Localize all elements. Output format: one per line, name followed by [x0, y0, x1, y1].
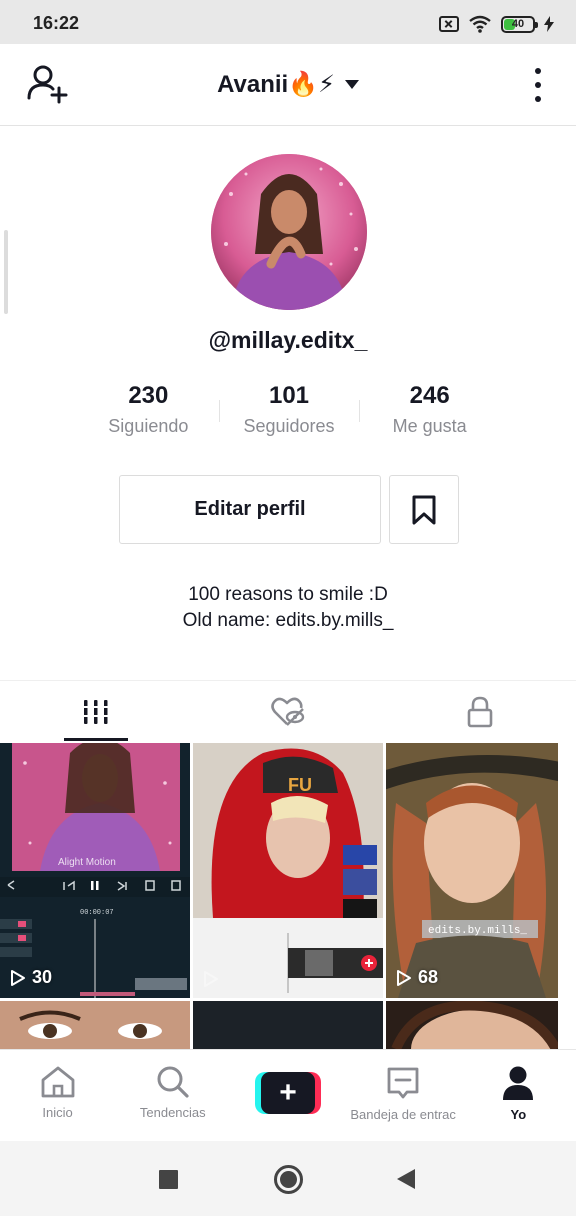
- nav-inbox-label: Bandeja de entrac: [350, 1107, 456, 1122]
- video-thumbnail-2[interactable]: FU: [193, 743, 383, 998]
- favorites-button[interactable]: [389, 475, 459, 544]
- charging-icon: [544, 16, 554, 32]
- edit-profile-button[interactable]: Editar perfil: [119, 475, 381, 544]
- back-triangle-icon: [397, 1169, 415, 1189]
- bio-line-1: 100 reasons to smile :D: [188, 584, 388, 605]
- inbox-icon: [387, 1067, 419, 1099]
- username: @millay.editx_: [208, 327, 368, 353]
- stat-following-count: 230: [128, 382, 169, 409]
- video-2-views: [203, 970, 219, 988]
- account-switcher[interactable]: Avanii🔥⚡: [0, 70, 576, 99]
- stat-followers[interactable]: 101 Seguidores: [218, 380, 360, 444]
- more-options-button[interactable]: [528, 68, 548, 102]
- video-2-hat-text: FU: [288, 775, 312, 795]
- video-3-views: 68: [396, 967, 438, 988]
- home-system-button[interactable]: [273, 1164, 304, 1200]
- active-tab-indicator: [64, 738, 128, 741]
- video-1-watermark: Alight Motion: [58, 857, 116, 868]
- video-1-timecode: 00:00:07: [80, 909, 114, 917]
- stat-likes-count: 246: [409, 382, 450, 409]
- lock-icon: [467, 696, 493, 727]
- square-icon: [159, 1170, 178, 1189]
- stat-followers-label: Seguidores: [243, 416, 335, 436]
- video-grid: Alight Motion 00:00:07 30 FU edits.by.mi…: [0, 743, 576, 1049]
- wifi-icon: [469, 15, 491, 33]
- create-button[interactable]: +: [254, 1072, 321, 1114]
- bottom-navigation: Inicio Tendencias + Bandeja de entrac Yo: [0, 1049, 576, 1141]
- nav-create[interactable]: +: [230, 1050, 345, 1141]
- nav-inbox[interactable]: Bandeja de entrac: [346, 1050, 461, 1141]
- nav-profile-label: Yo: [510, 1107, 527, 1122]
- profile-tabs: [0, 680, 576, 742]
- nav-profile[interactable]: Yo: [461, 1050, 576, 1141]
- video-3-view-count: 68: [418, 967, 439, 987]
- avatar-image: [211, 154, 367, 310]
- stat-following[interactable]: 230 Siguiendo: [78, 380, 219, 444]
- status-icons: 40: [439, 14, 554, 34]
- video-thumbnail-1[interactable]: Alight Motion 00:00:07 30: [0, 743, 190, 998]
- tab-videos[interactable]: [0, 681, 192, 742]
- video-6-image: [391, 1001, 558, 1049]
- video-thumbnail-6[interactable]: [386, 1001, 558, 1049]
- stat-likes-label: Me gusta: [392, 416, 467, 436]
- circle-icon: [274, 1165, 303, 1194]
- video-1-view-count: 30: [32, 967, 53, 987]
- plus-icon: +: [260, 1072, 315, 1114]
- caret-down-icon: [344, 80, 359, 89]
- scroll-indicator: [4, 230, 8, 314]
- system-navigation-bar: [0, 1141, 576, 1216]
- stat-followers-count: 101: [268, 382, 310, 409]
- search-icon: [157, 1066, 189, 1098]
- grid-icon: [83, 699, 109, 724]
- video-3-watermark: edits.by.mills_: [428, 925, 527, 937]
- back-button[interactable]: [396, 1168, 416, 1195]
- stat-following-label: Siguiendo: [108, 416, 189, 436]
- video-4-image: [0, 1001, 190, 1049]
- play-icon: [397, 969, 411, 986]
- play-icon: [204, 971, 218, 987]
- profile-stats: 230 Siguiendo 101 Seguidores 246 Me gust…: [78, 380, 500, 444]
- video-1-views: 30: [10, 967, 52, 988]
- avatar[interactable]: [211, 154, 367, 310]
- battery-level-text: 40: [511, 18, 525, 30]
- hidden-heart-icon: [271, 697, 305, 726]
- no-sim-icon: [439, 16, 459, 32]
- video-thumbnail-4[interactable]: [0, 1001, 190, 1049]
- tab-liked[interactable]: [192, 681, 384, 742]
- video-1-image: Alight Motion 00:00:07: [0, 743, 190, 998]
- battery-icon: 40: [501, 15, 538, 33]
- stat-likes[interactable]: 246 Me gusta: [359, 380, 500, 444]
- account-name: Avanii🔥⚡: [217, 71, 335, 98]
- profile-icon: [503, 1066, 534, 1100]
- play-icon: [11, 969, 25, 986]
- profile-bio: 100 reasons to smile :D Old name: edits.…: [0, 582, 576, 634]
- tab-private[interactable]: [384, 681, 576, 742]
- more-vertical-icon: [535, 68, 541, 74]
- nav-discover[interactable]: Tendencias: [115, 1050, 230, 1141]
- recents-button[interactable]: [159, 1170, 178, 1194]
- nav-home[interactable]: Inicio: [0, 1050, 115, 1141]
- video-2-image: FU: [193, 743, 383, 998]
- nav-discover-label: Tendencias: [139, 1105, 206, 1120]
- status-bar: 16:22 40: [0, 0, 576, 44]
- video-3-image: edits.by.mills_: [386, 743, 558, 998]
- nav-home-label: Inicio: [42, 1105, 73, 1120]
- status-time: 16:22: [33, 13, 80, 33]
- bookmark-icon: [412, 495, 436, 524]
- home-icon: [41, 1066, 74, 1098]
- video-thumbnail-3[interactable]: edits.by.mills_ 68: [386, 743, 558, 998]
- video-thumbnail-5[interactable]: [193, 1001, 383, 1049]
- profile-header: Avanii🔥⚡: [0, 44, 576, 126]
- bio-line-2: Old name: edits.by.mills_: [182, 610, 394, 631]
